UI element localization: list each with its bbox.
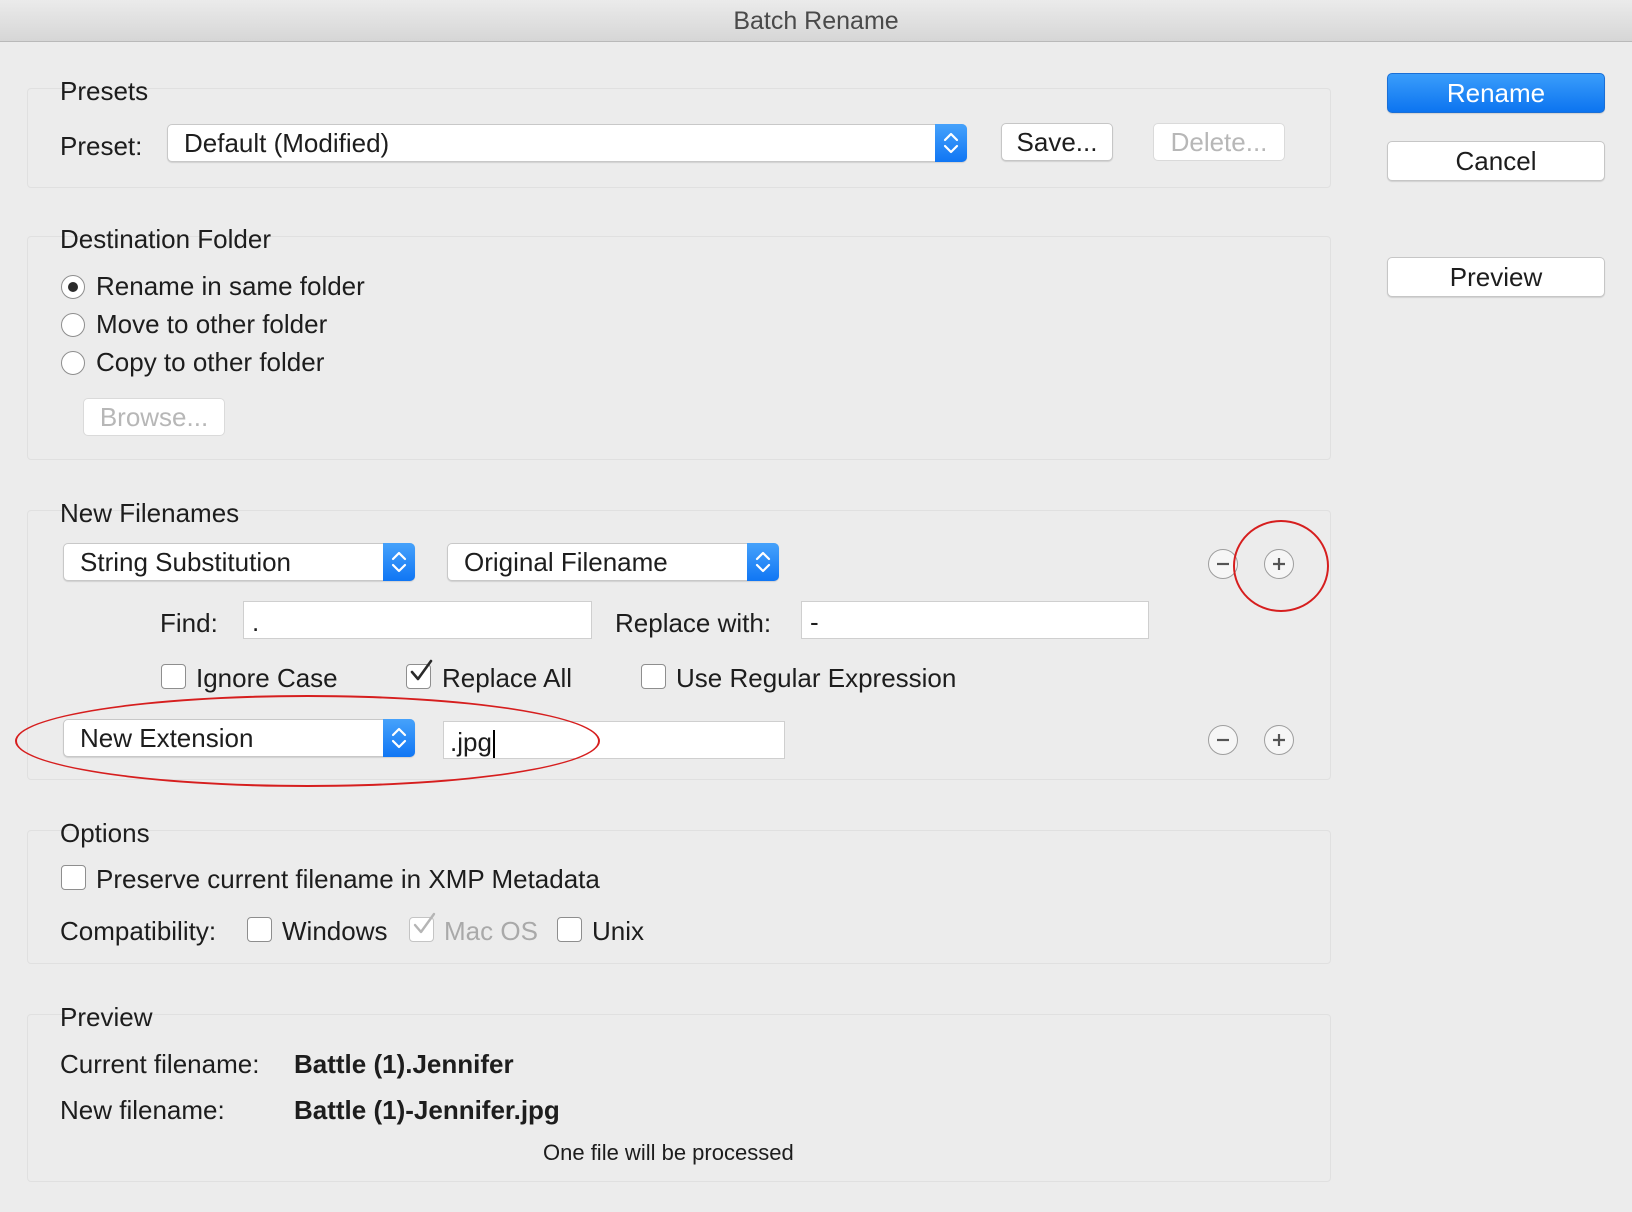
find-label: Find: <box>160 608 218 638</box>
save-preset-button[interactable]: Save... <box>1001 123 1113 161</box>
preset-popup[interactable]: Default (Modified) <box>167 124 967 162</box>
radio-copy-other-folder-label[interactable]: Copy to other folder <box>96 347 324 378</box>
rule1-source-popup[interactable]: Original Filename <box>447 543 779 581</box>
replace-all-checkbox[interactable] <box>406 659 433 689</box>
chevron-updown-icon <box>935 124 967 162</box>
chevron-updown-icon <box>383 543 415 581</box>
windows-label[interactable]: Windows <box>282 916 387 947</box>
radio-copy-other-folder[interactable] <box>61 351 85 375</box>
use-regex-checkbox[interactable] <box>641 664 666 689</box>
replace-with-label: Replace with: <box>615 608 772 638</box>
rule1-source-value: Original Filename <box>464 547 668 577</box>
new-filename-value: Battle (1)-Jennifer.jpg <box>294 1095 560 1125</box>
window-titlebar: Batch Rename <box>0 0 1632 42</box>
files-processed-status: One file will be processed <box>543 1140 794 1165</box>
options-heading: Options <box>60 818 150 848</box>
chevron-updown-icon <box>747 543 779 581</box>
cancel-button[interactable]: Cancel <box>1387 141 1605 181</box>
replace-with-input[interactable]: - <box>801 601 1149 639</box>
ignore-case-checkbox[interactable] <box>161 664 186 689</box>
replace-all-label[interactable]: Replace All <box>442 663 572 694</box>
preview-heading: Preview <box>60 1002 153 1032</box>
preview-button[interactable]: Preview <box>1387 257 1605 297</box>
annotation-circle-add <box>1233 520 1329 612</box>
windows-checkbox[interactable] <box>247 917 272 942</box>
unix-checkbox[interactable] <box>557 917 582 942</box>
ignore-case-label[interactable]: Ignore Case <box>196 663 338 694</box>
preserve-xmp-checkbox[interactable] <box>61 865 86 890</box>
radio-rename-same-folder[interactable] <box>61 275 85 299</box>
destination-heading: Destination Folder <box>60 224 271 254</box>
rename-button[interactable]: Rename <box>1387 73 1605 113</box>
options-section <box>27 830 1331 964</box>
compatibility-label: Compatibility: <box>60 916 217 946</box>
checkmark-icon <box>413 912 436 934</box>
checkmark-icon <box>410 659 433 681</box>
plus-icon <box>1273 734 1285 746</box>
find-input[interactable]: . <box>243 601 592 639</box>
delete-preset-button[interactable]: Delete... <box>1153 123 1285 161</box>
window-title: Batch Rename <box>733 7 899 35</box>
current-filename-value: Battle (1).Jennifer <box>294 1049 514 1079</box>
radio-rename-same-folder-label[interactable]: Rename in same folder <box>96 271 365 302</box>
rule1-type-value: String Substitution <box>80 547 292 577</box>
rule1-type-popup[interactable]: String Substitution <box>63 543 415 581</box>
new-filenames-heading: New Filenames <box>60 498 240 528</box>
preset-label: Preset: <box>60 131 143 161</box>
new-filename-label: New filename: <box>60 1095 225 1125</box>
rule2-add-button[interactable] <box>1264 725 1294 755</box>
macos-checkbox[interactable] <box>409 912 436 942</box>
radio-move-other-folder[interactable] <box>61 313 85 337</box>
annotation-ellipse-new-extension <box>15 695 600 787</box>
use-regex-label[interactable]: Use Regular Expression <box>676 663 956 694</box>
presets-heading: Presets <box>60 76 149 106</box>
unix-label[interactable]: Unix <box>592 916 644 947</box>
preserve-xmp-label[interactable]: Preserve current filename in XMP Metadat… <box>96 864 600 895</box>
radio-move-other-folder-label[interactable]: Move to other folder <box>96 309 327 340</box>
browse-button[interactable]: Browse... <box>83 398 225 436</box>
minus-icon <box>1217 738 1229 742</box>
preset-value: Default (Modified) <box>184 128 390 158</box>
current-filename-label: Current filename: <box>60 1049 260 1079</box>
rule2-remove-button[interactable] <box>1208 725 1238 755</box>
macos-label[interactable]: Mac OS <box>444 916 538 947</box>
